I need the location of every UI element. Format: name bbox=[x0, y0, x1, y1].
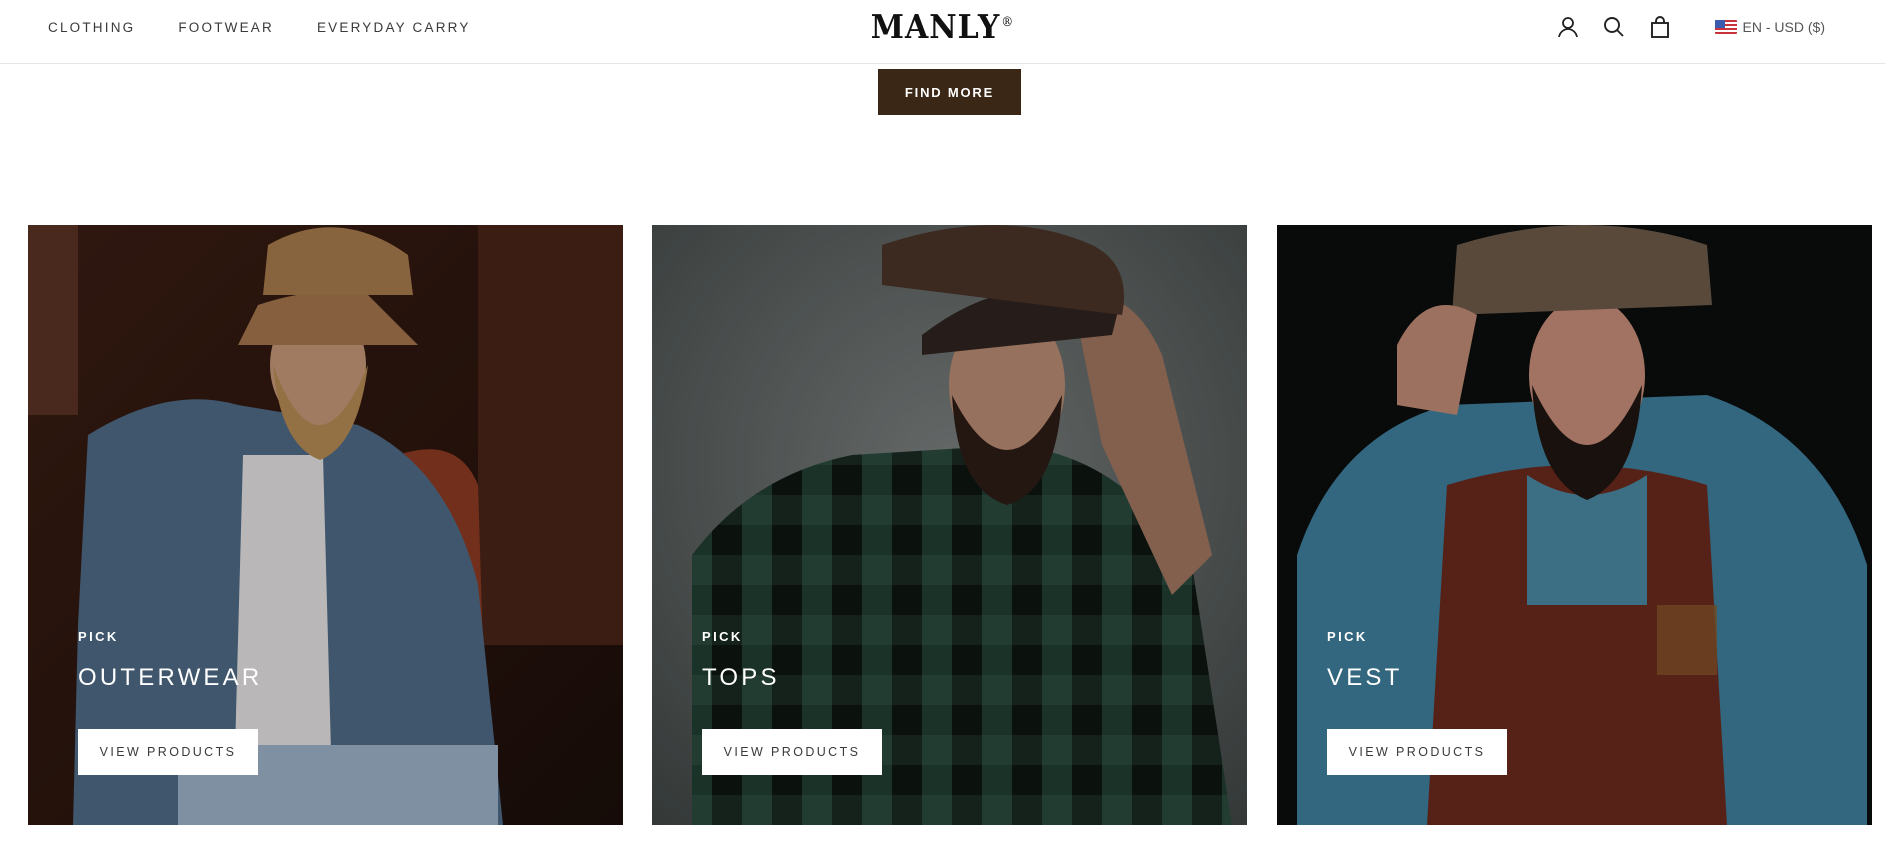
site-logo[interactable]: MANLY® bbox=[871, 9, 1015, 47]
card-title: VEST bbox=[1327, 664, 1403, 691]
card-caption: PICK VEST bbox=[1327, 629, 1402, 692]
view-products-button[interactable]: VIEW PRODUCTS bbox=[702, 729, 882, 775]
nav-everyday-carry[interactable]: EVERYDAY CARRY bbox=[317, 20, 471, 35]
view-products-button[interactable]: VIEW PRODUCTS bbox=[78, 729, 258, 775]
nav-footwear[interactable]: FOOTWEAR bbox=[178, 20, 274, 35]
cart-icon[interactable] bbox=[1647, 14, 1673, 40]
locale-selector[interactable]: EN - USD ($) bbox=[1714, 19, 1825, 35]
logo-text: MANLY bbox=[870, 8, 1001, 47]
logo-mark: ® bbox=[1001, 13, 1015, 30]
site-header: CLOTHING FOOTWEAR EVERYDAY CARRY MANLY® bbox=[0, 0, 1885, 64]
account-icon[interactable] bbox=[1555, 14, 1581, 40]
card-caption: PICK TOPS bbox=[702, 629, 780, 692]
find-more-button[interactable]: FIND MORE bbox=[878, 69, 1021, 115]
category-card-vest[interactable]: PICK VEST VIEW PRODUCTS bbox=[1277, 225, 1872, 825]
us-flag-icon bbox=[1714, 20, 1737, 34]
card-caption: PICK OUTERWEAR bbox=[78, 629, 262, 692]
card-kicker: PICK bbox=[702, 629, 743, 644]
card-kicker: PICK bbox=[1327, 629, 1368, 644]
card-title: TOPS bbox=[702, 664, 780, 691]
locale-label: EN - USD ($) bbox=[1742, 19, 1825, 35]
search-icon[interactable] bbox=[1601, 14, 1627, 40]
category-card-tops[interactable]: PICK TOPS VIEW PRODUCTS bbox=[652, 225, 1247, 825]
nav-clothing[interactable]: CLOTHING bbox=[48, 20, 135, 35]
card-title: OUTERWEAR bbox=[78, 664, 263, 691]
card-kicker: PICK bbox=[78, 629, 119, 644]
header-actions: EN - USD ($) bbox=[1555, 14, 1825, 40]
category-card-outerwear[interactable]: PICK OUTERWEAR VIEW PRODUCTS bbox=[28, 225, 623, 825]
view-products-button[interactable]: VIEW PRODUCTS bbox=[1327, 729, 1507, 775]
main-nav: CLOTHING FOOTWEAR EVERYDAY CARRY bbox=[48, 20, 471, 35]
